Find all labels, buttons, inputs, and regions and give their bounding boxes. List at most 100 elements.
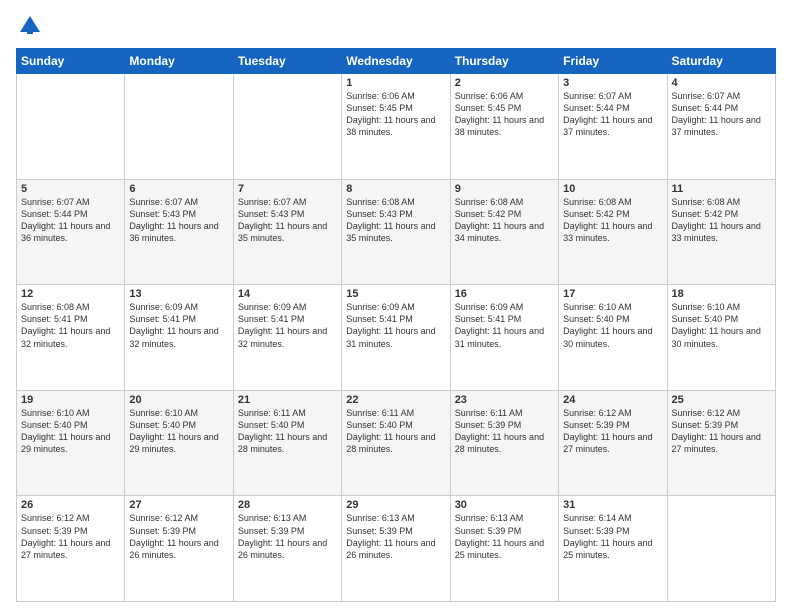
day-info: Sunrise: 6:08 AM Sunset: 5:42 PM Dayligh… — [672, 196, 771, 245]
day-number: 3 — [563, 77, 662, 89]
page: SundayMondayTuesdayWednesdayThursdayFrid… — [0, 0, 792, 612]
day-info: Sunrise: 6:14 AM Sunset: 5:39 PM Dayligh… — [563, 512, 662, 561]
weekday-header-wednesday: Wednesday — [342, 49, 450, 74]
day-number: 17 — [563, 288, 662, 300]
day-info: Sunrise: 6:08 AM Sunset: 5:43 PM Dayligh… — [346, 196, 445, 245]
day-number: 16 — [455, 288, 554, 300]
day-number: 19 — [21, 394, 120, 406]
weekday-header-friday: Friday — [559, 49, 667, 74]
calendar-cell — [17, 74, 125, 180]
day-info: Sunrise: 6:08 AM Sunset: 5:42 PM Dayligh… — [563, 196, 662, 245]
day-number: 5 — [21, 183, 120, 195]
calendar-cell: 21Sunrise: 6:11 AM Sunset: 5:40 PM Dayli… — [233, 390, 341, 496]
week-row-4: 19Sunrise: 6:10 AM Sunset: 5:40 PM Dayli… — [17, 390, 776, 496]
day-info: Sunrise: 6:13 AM Sunset: 5:39 PM Dayligh… — [238, 512, 337, 561]
calendar-cell: 22Sunrise: 6:11 AM Sunset: 5:40 PM Dayli… — [342, 390, 450, 496]
day-number: 31 — [563, 499, 662, 511]
day-number: 29 — [346, 499, 445, 511]
weekday-header-sunday: Sunday — [17, 49, 125, 74]
weekday-header-row: SundayMondayTuesdayWednesdayThursdayFrid… — [17, 49, 776, 74]
calendar-cell: 11Sunrise: 6:08 AM Sunset: 5:42 PM Dayli… — [667, 179, 775, 285]
day-number: 13 — [129, 288, 228, 300]
calendar-cell: 8Sunrise: 6:08 AM Sunset: 5:43 PM Daylig… — [342, 179, 450, 285]
calendar-cell: 30Sunrise: 6:13 AM Sunset: 5:39 PM Dayli… — [450, 496, 558, 602]
day-info: Sunrise: 6:09 AM Sunset: 5:41 PM Dayligh… — [455, 301, 554, 350]
calendar-cell: 3Sunrise: 6:07 AM Sunset: 5:44 PM Daylig… — [559, 74, 667, 180]
calendar-cell: 18Sunrise: 6:10 AM Sunset: 5:40 PM Dayli… — [667, 285, 775, 391]
day-info: Sunrise: 6:10 AM Sunset: 5:40 PM Dayligh… — [563, 301, 662, 350]
calendar-cell: 29Sunrise: 6:13 AM Sunset: 5:39 PM Dayli… — [342, 496, 450, 602]
day-info: Sunrise: 6:11 AM Sunset: 5:39 PM Dayligh… — [455, 407, 554, 456]
day-number: 4 — [672, 77, 771, 89]
logo — [16, 12, 48, 40]
day-info: Sunrise: 6:08 AM Sunset: 5:42 PM Dayligh… — [455, 196, 554, 245]
weekday-header-saturday: Saturday — [667, 49, 775, 74]
calendar-cell: 19Sunrise: 6:10 AM Sunset: 5:40 PM Dayli… — [17, 390, 125, 496]
day-info: Sunrise: 6:07 AM Sunset: 5:43 PM Dayligh… — [238, 196, 337, 245]
calendar-cell: 26Sunrise: 6:12 AM Sunset: 5:39 PM Dayli… — [17, 496, 125, 602]
calendar-cell: 9Sunrise: 6:08 AM Sunset: 5:42 PM Daylig… — [450, 179, 558, 285]
calendar-cell: 23Sunrise: 6:11 AM Sunset: 5:39 PM Dayli… — [450, 390, 558, 496]
day-info: Sunrise: 6:08 AM Sunset: 5:41 PM Dayligh… — [21, 301, 120, 350]
calendar-cell: 24Sunrise: 6:12 AM Sunset: 5:39 PM Dayli… — [559, 390, 667, 496]
day-number: 23 — [455, 394, 554, 406]
calendar-cell: 13Sunrise: 6:09 AM Sunset: 5:41 PM Dayli… — [125, 285, 233, 391]
day-info: Sunrise: 6:10 AM Sunset: 5:40 PM Dayligh… — [129, 407, 228, 456]
day-info: Sunrise: 6:12 AM Sunset: 5:39 PM Dayligh… — [129, 512, 228, 561]
day-info: Sunrise: 6:09 AM Sunset: 5:41 PM Dayligh… — [346, 301, 445, 350]
week-row-3: 12Sunrise: 6:08 AM Sunset: 5:41 PM Dayli… — [17, 285, 776, 391]
calendar-cell: 17Sunrise: 6:10 AM Sunset: 5:40 PM Dayli… — [559, 285, 667, 391]
day-number: 11 — [672, 183, 771, 195]
calendar-cell — [667, 496, 775, 602]
calendar-table: SundayMondayTuesdayWednesdayThursdayFrid… — [16, 48, 776, 602]
day-number: 28 — [238, 499, 337, 511]
calendar-cell: 10Sunrise: 6:08 AM Sunset: 5:42 PM Dayli… — [559, 179, 667, 285]
day-number: 25 — [672, 394, 771, 406]
day-info: Sunrise: 6:13 AM Sunset: 5:39 PM Dayligh… — [346, 512, 445, 561]
day-number: 24 — [563, 394, 662, 406]
calendar-cell — [233, 74, 341, 180]
day-info: Sunrise: 6:10 AM Sunset: 5:40 PM Dayligh… — [21, 407, 120, 456]
day-number: 20 — [129, 394, 228, 406]
calendar-cell: 31Sunrise: 6:14 AM Sunset: 5:39 PM Dayli… — [559, 496, 667, 602]
day-info: Sunrise: 6:12 AM Sunset: 5:39 PM Dayligh… — [21, 512, 120, 561]
day-info: Sunrise: 6:06 AM Sunset: 5:45 PM Dayligh… — [346, 90, 445, 139]
day-info: Sunrise: 6:11 AM Sunset: 5:40 PM Dayligh… — [238, 407, 337, 456]
calendar-cell: 16Sunrise: 6:09 AM Sunset: 5:41 PM Dayli… — [450, 285, 558, 391]
day-number: 1 — [346, 77, 445, 89]
calendar-cell: 7Sunrise: 6:07 AM Sunset: 5:43 PM Daylig… — [233, 179, 341, 285]
calendar-cell: 6Sunrise: 6:07 AM Sunset: 5:43 PM Daylig… — [125, 179, 233, 285]
weekday-header-tuesday: Tuesday — [233, 49, 341, 74]
day-info: Sunrise: 6:11 AM Sunset: 5:40 PM Dayligh… — [346, 407, 445, 456]
day-number: 10 — [563, 183, 662, 195]
day-number: 18 — [672, 288, 771, 300]
day-info: Sunrise: 6:07 AM Sunset: 5:44 PM Dayligh… — [672, 90, 771, 139]
day-number: 15 — [346, 288, 445, 300]
day-info: Sunrise: 6:07 AM Sunset: 5:44 PM Dayligh… — [21, 196, 120, 245]
week-row-1: 1Sunrise: 6:06 AM Sunset: 5:45 PM Daylig… — [17, 74, 776, 180]
week-row-5: 26Sunrise: 6:12 AM Sunset: 5:39 PM Dayli… — [17, 496, 776, 602]
day-number: 21 — [238, 394, 337, 406]
day-number: 2 — [455, 77, 554, 89]
day-info: Sunrise: 6:06 AM Sunset: 5:45 PM Dayligh… — [455, 90, 554, 139]
weekday-header-thursday: Thursday — [450, 49, 558, 74]
calendar-cell: 14Sunrise: 6:09 AM Sunset: 5:41 PM Dayli… — [233, 285, 341, 391]
day-info: Sunrise: 6:12 AM Sunset: 5:39 PM Dayligh… — [563, 407, 662, 456]
day-number: 12 — [21, 288, 120, 300]
day-info: Sunrise: 6:07 AM Sunset: 5:43 PM Dayligh… — [129, 196, 228, 245]
week-row-2: 5Sunrise: 6:07 AM Sunset: 5:44 PM Daylig… — [17, 179, 776, 285]
day-number: 30 — [455, 499, 554, 511]
day-info: Sunrise: 6:12 AM Sunset: 5:39 PM Dayligh… — [672, 407, 771, 456]
day-number: 6 — [129, 183, 228, 195]
day-info: Sunrise: 6:09 AM Sunset: 5:41 PM Dayligh… — [129, 301, 228, 350]
calendar-cell: 25Sunrise: 6:12 AM Sunset: 5:39 PM Dayli… — [667, 390, 775, 496]
header — [16, 12, 776, 40]
day-number: 8 — [346, 183, 445, 195]
day-info: Sunrise: 6:13 AM Sunset: 5:39 PM Dayligh… — [455, 512, 554, 561]
day-number: 9 — [455, 183, 554, 195]
day-number: 22 — [346, 394, 445, 406]
calendar-cell: 28Sunrise: 6:13 AM Sunset: 5:39 PM Dayli… — [233, 496, 341, 602]
calendar-cell: 20Sunrise: 6:10 AM Sunset: 5:40 PM Dayli… — [125, 390, 233, 496]
calendar-cell: 2Sunrise: 6:06 AM Sunset: 5:45 PM Daylig… — [450, 74, 558, 180]
day-number: 14 — [238, 288, 337, 300]
